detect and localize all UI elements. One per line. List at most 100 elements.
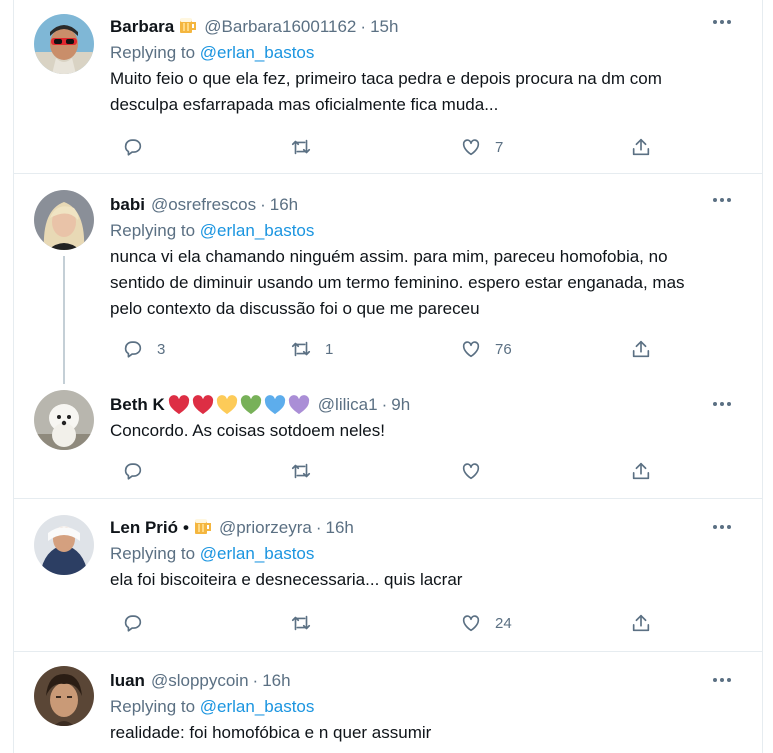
more-options-icon[interactable] <box>710 14 734 30</box>
tweet-text-line: desculpa esfarrapada mas oficialmente fi… <box>110 95 499 114</box>
share-button[interactable] <box>630 335 652 363</box>
timestamp[interactable]: 16h <box>325 518 353 538</box>
author-name[interactable]: babi <box>110 195 145 215</box>
author-name[interactable]: Len Prió <box>110 518 178 538</box>
tweet-babi[interactable]: babi @osrefrescos · 16h Replying to @erl… <box>14 174 762 384</box>
replying-to-link[interactable]: @erlan_bastos <box>200 43 315 62</box>
retweet-button[interactable]: 1 <box>290 335 333 363</box>
tweet-text-line: ela foi biscoiteira e desnecessaria... q… <box>110 570 463 589</box>
tweet-text-line: realidade: foi homofóbica e n quer assum… <box>110 723 432 742</box>
share-icon <box>632 138 650 156</box>
replying-to: Replying to @erlan_bastos <box>110 40 746 66</box>
tweet-text-line: Concordo. As coisas sotdoem neles! <box>110 421 385 440</box>
tweet-beth-k[interactable]: Beth K @lilica1 · 9h Concordo. As coisas… <box>14 384 762 498</box>
replying-to-link[interactable]: @erlan_bastos <box>200 221 315 240</box>
tweet-actions: 24 <box>110 609 650 637</box>
retweet-button[interactable] <box>290 609 312 637</box>
retweet-icon <box>291 139 311 155</box>
replying-to: Replying to @erlan_bastos <box>110 541 746 567</box>
author-handle[interactable]: @lilica1 <box>318 395 378 415</box>
retweet-icon <box>291 615 311 631</box>
replying-to: Replying to @erlan_bastos <box>110 694 746 720</box>
reply-button[interactable]: 3 <box>122 335 165 363</box>
heart-emoji-icon <box>240 395 261 415</box>
author-handle[interactable]: @Barbara16001162 <box>204 17 356 37</box>
author-handle[interactable]: @osrefrescos <box>151 195 256 215</box>
tweet-text: Muito feio o que ela fez, primeiro taca … <box>110 66 746 118</box>
tweet-text-line: pelo contexto da discussão foi o que me … <box>110 299 480 318</box>
reply-button[interactable] <box>122 133 144 161</box>
replying-to-link[interactable]: @erlan_bastos <box>200 697 315 716</box>
separator-dot: · <box>260 195 266 214</box>
avatar[interactable] <box>34 666 94 726</box>
replying-prefix: Replying to <box>110 221 200 240</box>
name-suffix: • <box>183 518 189 537</box>
retweet-button[interactable] <box>290 457 312 485</box>
tweet-text-line: Muito feio o que ela fez, primeiro taca … <box>110 69 662 88</box>
more-options-icon[interactable] <box>710 519 734 535</box>
share-icon <box>632 462 650 480</box>
reply-icon <box>124 139 142 156</box>
author-name[interactable]: Beth K <box>110 395 165 415</box>
like-button[interactable] <box>460 457 482 485</box>
like-count: 76 <box>495 340 512 358</box>
share-button[interactable] <box>630 133 652 161</box>
timestamp[interactable]: 15h <box>370 17 398 37</box>
tweet-text: Concordo. As coisas sotdoem neles! <box>110 418 746 444</box>
separator-dot: · <box>315 518 322 537</box>
reply-button[interactable] <box>122 609 144 637</box>
author-name[interactable]: luan <box>110 671 145 691</box>
replying-to-link[interactable]: @erlan_bastos <box>200 544 315 563</box>
heart-icon <box>462 463 480 480</box>
tweet-text: ela foi biscoiteira e desnecessaria... q… <box>110 567 746 593</box>
tweet-actions: 3 1 76 <box>110 335 650 363</box>
timestamp[interactable]: 16h <box>262 671 290 691</box>
more-options-icon[interactable] <box>710 192 734 208</box>
tweet-text-line: nunca vi ela chamando ninguém assim. par… <box>110 247 668 266</box>
like-button[interactable]: 76 <box>460 335 512 363</box>
heart-icon <box>462 615 480 632</box>
more-options-icon[interactable] <box>710 396 734 412</box>
like-count: 7 <box>495 138 504 156</box>
like-button[interactable]: 7 <box>460 133 503 161</box>
beer-mug-icon <box>193 516 213 541</box>
share-button[interactable] <box>630 609 652 637</box>
replying-prefix: Replying to <box>110 43 200 62</box>
name-hearts <box>168 395 312 415</box>
reply-icon <box>124 341 142 358</box>
avatar[interactable] <box>34 190 94 250</box>
tweet-text-line: sentido de diminuir usando um termo femi… <box>110 273 685 292</box>
author-name[interactable]: Barbara <box>110 17 174 37</box>
reply-icon <box>124 615 142 632</box>
heart-emoji-icon <box>168 395 189 415</box>
author-handle[interactable]: @priorzeyra <box>219 518 312 538</box>
tweet-luan[interactable]: luan @sloppycoin · 16h Replying to @erla… <box>14 652 762 753</box>
timestamp[interactable]: 16h <box>270 195 298 215</box>
heart-emoji-icon <box>216 395 237 415</box>
share-icon <box>632 340 650 358</box>
separator-dot: · <box>252 671 259 690</box>
retweet-icon <box>291 341 311 357</box>
beer-mug-icon <box>178 15 198 40</box>
tweet-actions <box>110 457 650 485</box>
avatar[interactable] <box>34 14 94 74</box>
timestamp[interactable]: 9h <box>391 395 410 415</box>
heart-emoji-icon <box>192 395 213 415</box>
heart-icon <box>462 341 480 358</box>
like-count: 24 <box>495 614 512 632</box>
avatar[interactable] <box>34 515 94 575</box>
tweet-len-prio[interactable]: Len Prió • @priorzeyra · 16h Replying to… <box>14 499 762 651</box>
author-handle[interactable]: @sloppycoin <box>151 671 249 691</box>
retweet-count: 1 <box>325 340 334 358</box>
reply-icon <box>124 463 142 480</box>
heart-emoji-icon <box>288 395 309 415</box>
avatar[interactable] <box>34 390 94 450</box>
retweet-button[interactable] <box>290 133 312 161</box>
tweet-barbara[interactable]: Barbara @Barbara16001162 · 15h Replying … <box>14 0 762 172</box>
more-options-icon[interactable] <box>710 672 734 688</box>
tweet-text: realidade: foi homofóbica e n quer assum… <box>110 720 746 746</box>
share-icon <box>632 614 650 632</box>
reply-button[interactable] <box>122 457 144 485</box>
share-button[interactable] <box>630 457 652 485</box>
like-button[interactable]: 24 <box>460 609 512 637</box>
